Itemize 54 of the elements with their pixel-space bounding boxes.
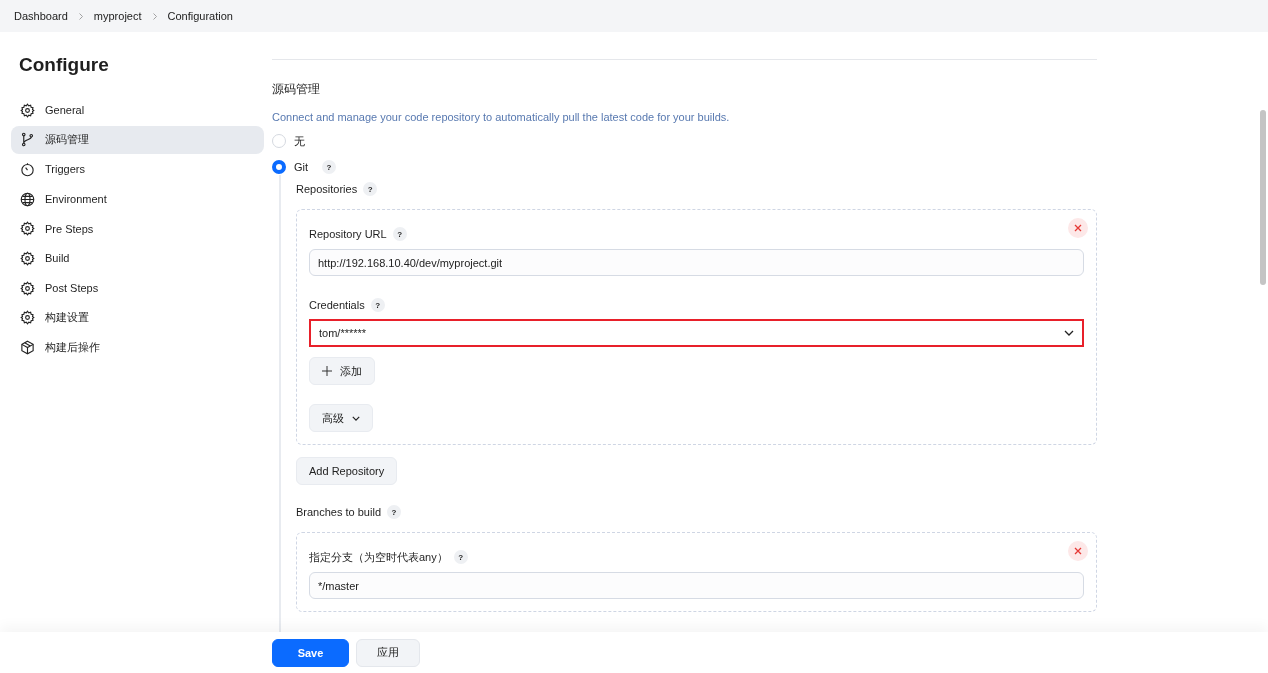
save-button[interactable]: Save xyxy=(272,638,349,667)
box-icon xyxy=(20,340,35,355)
help-badge[interactable]: ? xyxy=(322,160,337,174)
help-badge[interactable]: ? xyxy=(392,227,407,241)
field-label: Branches to build xyxy=(296,506,381,518)
repository-url-field[interactable]: http://192.168.10.40/dev/myproject.git xyxy=(309,249,1084,276)
field-label: 指定分支（为空时代表any） xyxy=(309,549,448,565)
sidebar-item[interactable]: Post Steps xyxy=(11,274,264,303)
breadcrumb-link[interactable]: Configuration xyxy=(167,10,233,22)
help-badge[interactable]: ? xyxy=(370,298,385,312)
radio-button[interactable] xyxy=(272,160,286,174)
field-label: Repository URL xyxy=(309,228,387,240)
radio-label: Git xyxy=(294,161,309,173)
breadcrumb-link[interactable]: myproject xyxy=(93,10,142,22)
sidebar-title: Configure xyxy=(19,54,110,76)
sidebar-item[interactable]: 源码管理 xyxy=(11,125,264,154)
section-title: 源码管理 xyxy=(272,81,321,98)
settings-icon xyxy=(20,280,35,296)
help-badge[interactable]: ? xyxy=(363,182,378,196)
sidebar-item[interactable]: Build xyxy=(11,244,264,273)
advanced-button[interactable]: 高级 xyxy=(309,404,373,432)
help-badge[interactable]: ? xyxy=(387,505,401,519)
scrollbar-thumb[interactable] xyxy=(1260,110,1266,285)
sidebar-item[interactable]: General xyxy=(11,96,264,124)
section-description: Connect and manage your code repository to automatically pull the latest code for your builds. xyxy=(272,111,731,123)
sidebar-item[interactable]: 构建后操作 xyxy=(11,333,264,362)
plus-icon xyxy=(322,366,332,376)
chevron-right-icon xyxy=(151,11,158,21)
add-repository-button[interactable]: Add Repository xyxy=(296,457,398,485)
add-button[interactable]: 添加 xyxy=(309,357,375,385)
help-badge[interactable]: ? xyxy=(453,550,468,564)
field-label: Credentials xyxy=(309,299,365,311)
chevron-right-icon xyxy=(77,11,84,21)
settings-icon xyxy=(20,102,35,118)
sidebar-item[interactable]: Triggers xyxy=(11,155,264,184)
sidebar-item[interactable]: 构建设置 xyxy=(11,303,264,332)
close-icon[interactable] xyxy=(1068,541,1088,561)
apply-button[interactable]: 应用 xyxy=(356,638,420,667)
radio-label: 无 xyxy=(294,133,305,149)
settings-icon xyxy=(20,250,35,266)
branch-icon xyxy=(20,132,35,148)
globe-icon xyxy=(20,191,35,207)
breadcrumb-link[interactable]: Dashboard xyxy=(14,10,68,22)
settings-icon xyxy=(20,310,35,326)
sidebar-item[interactable]: Environment xyxy=(11,185,264,214)
clock-icon xyxy=(20,161,35,177)
chevron-down-icon xyxy=(1064,330,1074,336)
credentials-select[interactable]: tom/****** xyxy=(309,319,1084,347)
chevron-down-icon xyxy=(352,415,360,421)
close-icon[interactable] xyxy=(1068,218,1088,238)
settings-icon xyxy=(20,221,35,237)
field-label: Repositories xyxy=(296,183,358,195)
branch-specifier-field[interactable]: */master xyxy=(309,572,1084,599)
sidebar-item[interactable]: Pre Steps xyxy=(11,214,264,243)
